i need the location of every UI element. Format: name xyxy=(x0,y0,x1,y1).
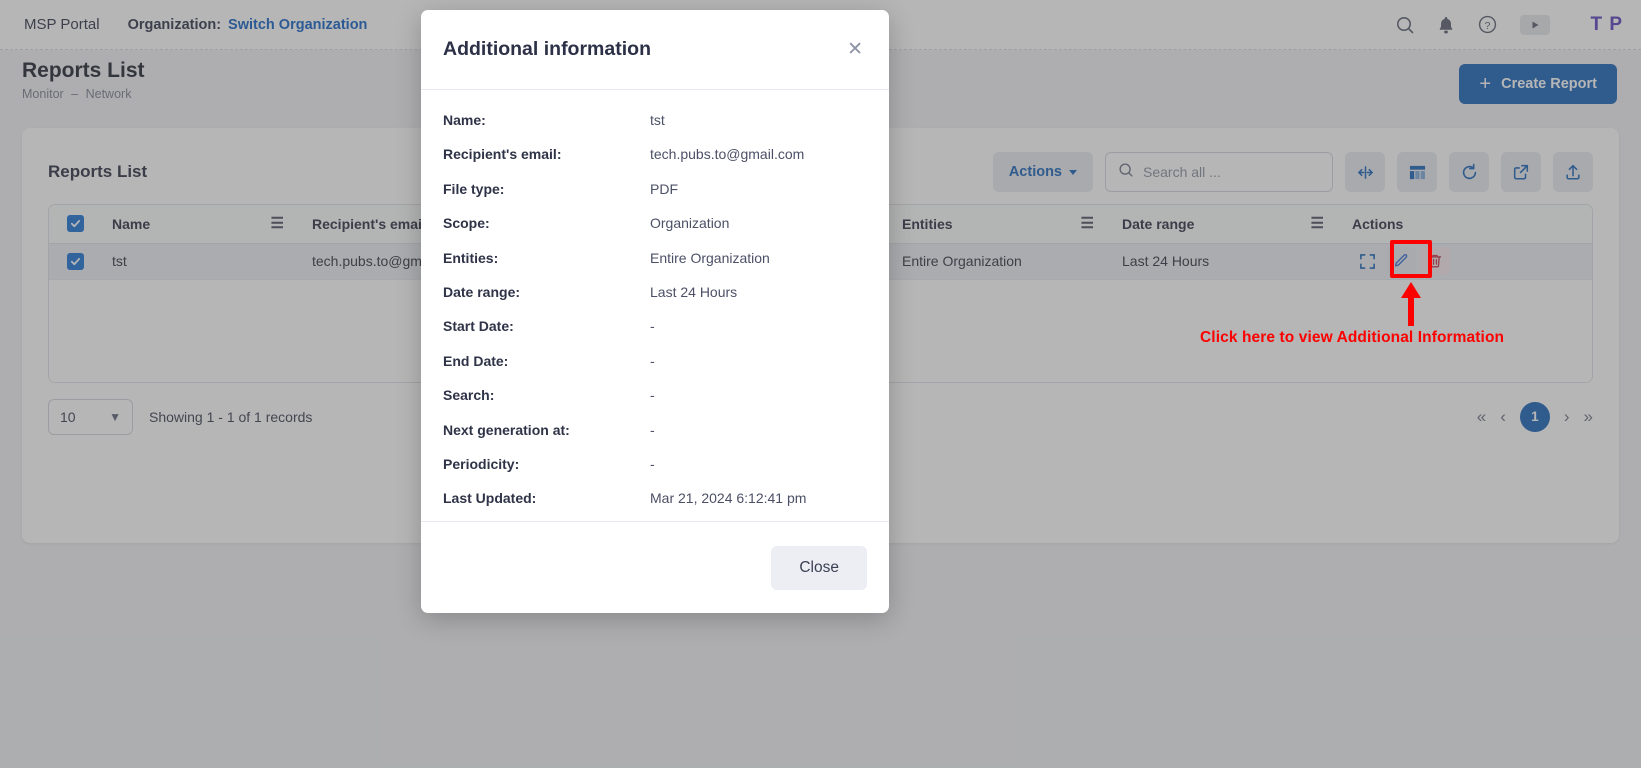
modal-header: Additional information ✕ xyxy=(421,10,889,90)
info-row: File type: PDF xyxy=(443,181,867,215)
info-label: Name: xyxy=(443,112,486,128)
info-row: Next generation at: - xyxy=(443,422,867,456)
info-value: - xyxy=(650,421,655,438)
close-button[interactable]: Close xyxy=(771,545,867,590)
info-label: Next generation at: xyxy=(443,421,570,438)
info-value: - xyxy=(650,318,655,335)
modal-footer: Close xyxy=(421,521,889,613)
info-value: PDF xyxy=(650,180,678,197)
info-row: Search: - xyxy=(443,387,867,421)
info-label: Recipient's email: xyxy=(443,146,562,163)
info-label: End Date: xyxy=(443,352,509,369)
info-row: Name: tst xyxy=(443,112,867,146)
info-label: Last Updated: xyxy=(443,490,537,507)
info-value: Organization xyxy=(650,215,730,232)
info-label: Periodicity: xyxy=(443,455,520,472)
info-label: Scope: xyxy=(443,215,490,232)
info-value: Mar 21, 2024 6:12:41 pm xyxy=(650,490,807,507)
info-value: - xyxy=(650,455,655,472)
info-label: Search: xyxy=(443,387,495,404)
modal-body: Name: tst Recipient's email: tech.pubs.to@… xyxy=(421,90,889,521)
info-label: File type: xyxy=(443,180,505,197)
close-icon[interactable]: ✕ xyxy=(847,40,863,59)
info-row: Start Date: - xyxy=(443,318,867,352)
info-label: Date range: xyxy=(443,283,521,300)
info-row: Periodicity: - xyxy=(443,456,867,490)
info-value: Entire Organization xyxy=(650,249,770,266)
info-row: Entities: Entire Organization xyxy=(443,250,867,284)
additional-information-modal: Additional information ✕ Name: tst Recipi… xyxy=(421,10,889,613)
info-row: Recipient's email: tech.pubs.to@gmail.com xyxy=(443,146,867,180)
info-row: Scope: Organization xyxy=(443,215,867,249)
info-row: Last Updated: Mar 21, 2024 6:12:41 pm xyxy=(443,490,867,521)
info-row: End Date: - xyxy=(443,353,867,387)
info-value: - xyxy=(650,352,655,369)
modal-title: Additional information xyxy=(443,38,651,60)
info-row: Date range: Last 24 Hours xyxy=(443,284,867,318)
info-value: tech.pubs.to@gmail.com xyxy=(650,146,805,163)
info-value: - xyxy=(650,387,655,404)
info-value: Last 24 Hours xyxy=(650,283,738,300)
info-value: tst xyxy=(650,112,665,128)
info-label: Start Date: xyxy=(443,318,514,335)
info-label: Entities: xyxy=(443,249,499,266)
